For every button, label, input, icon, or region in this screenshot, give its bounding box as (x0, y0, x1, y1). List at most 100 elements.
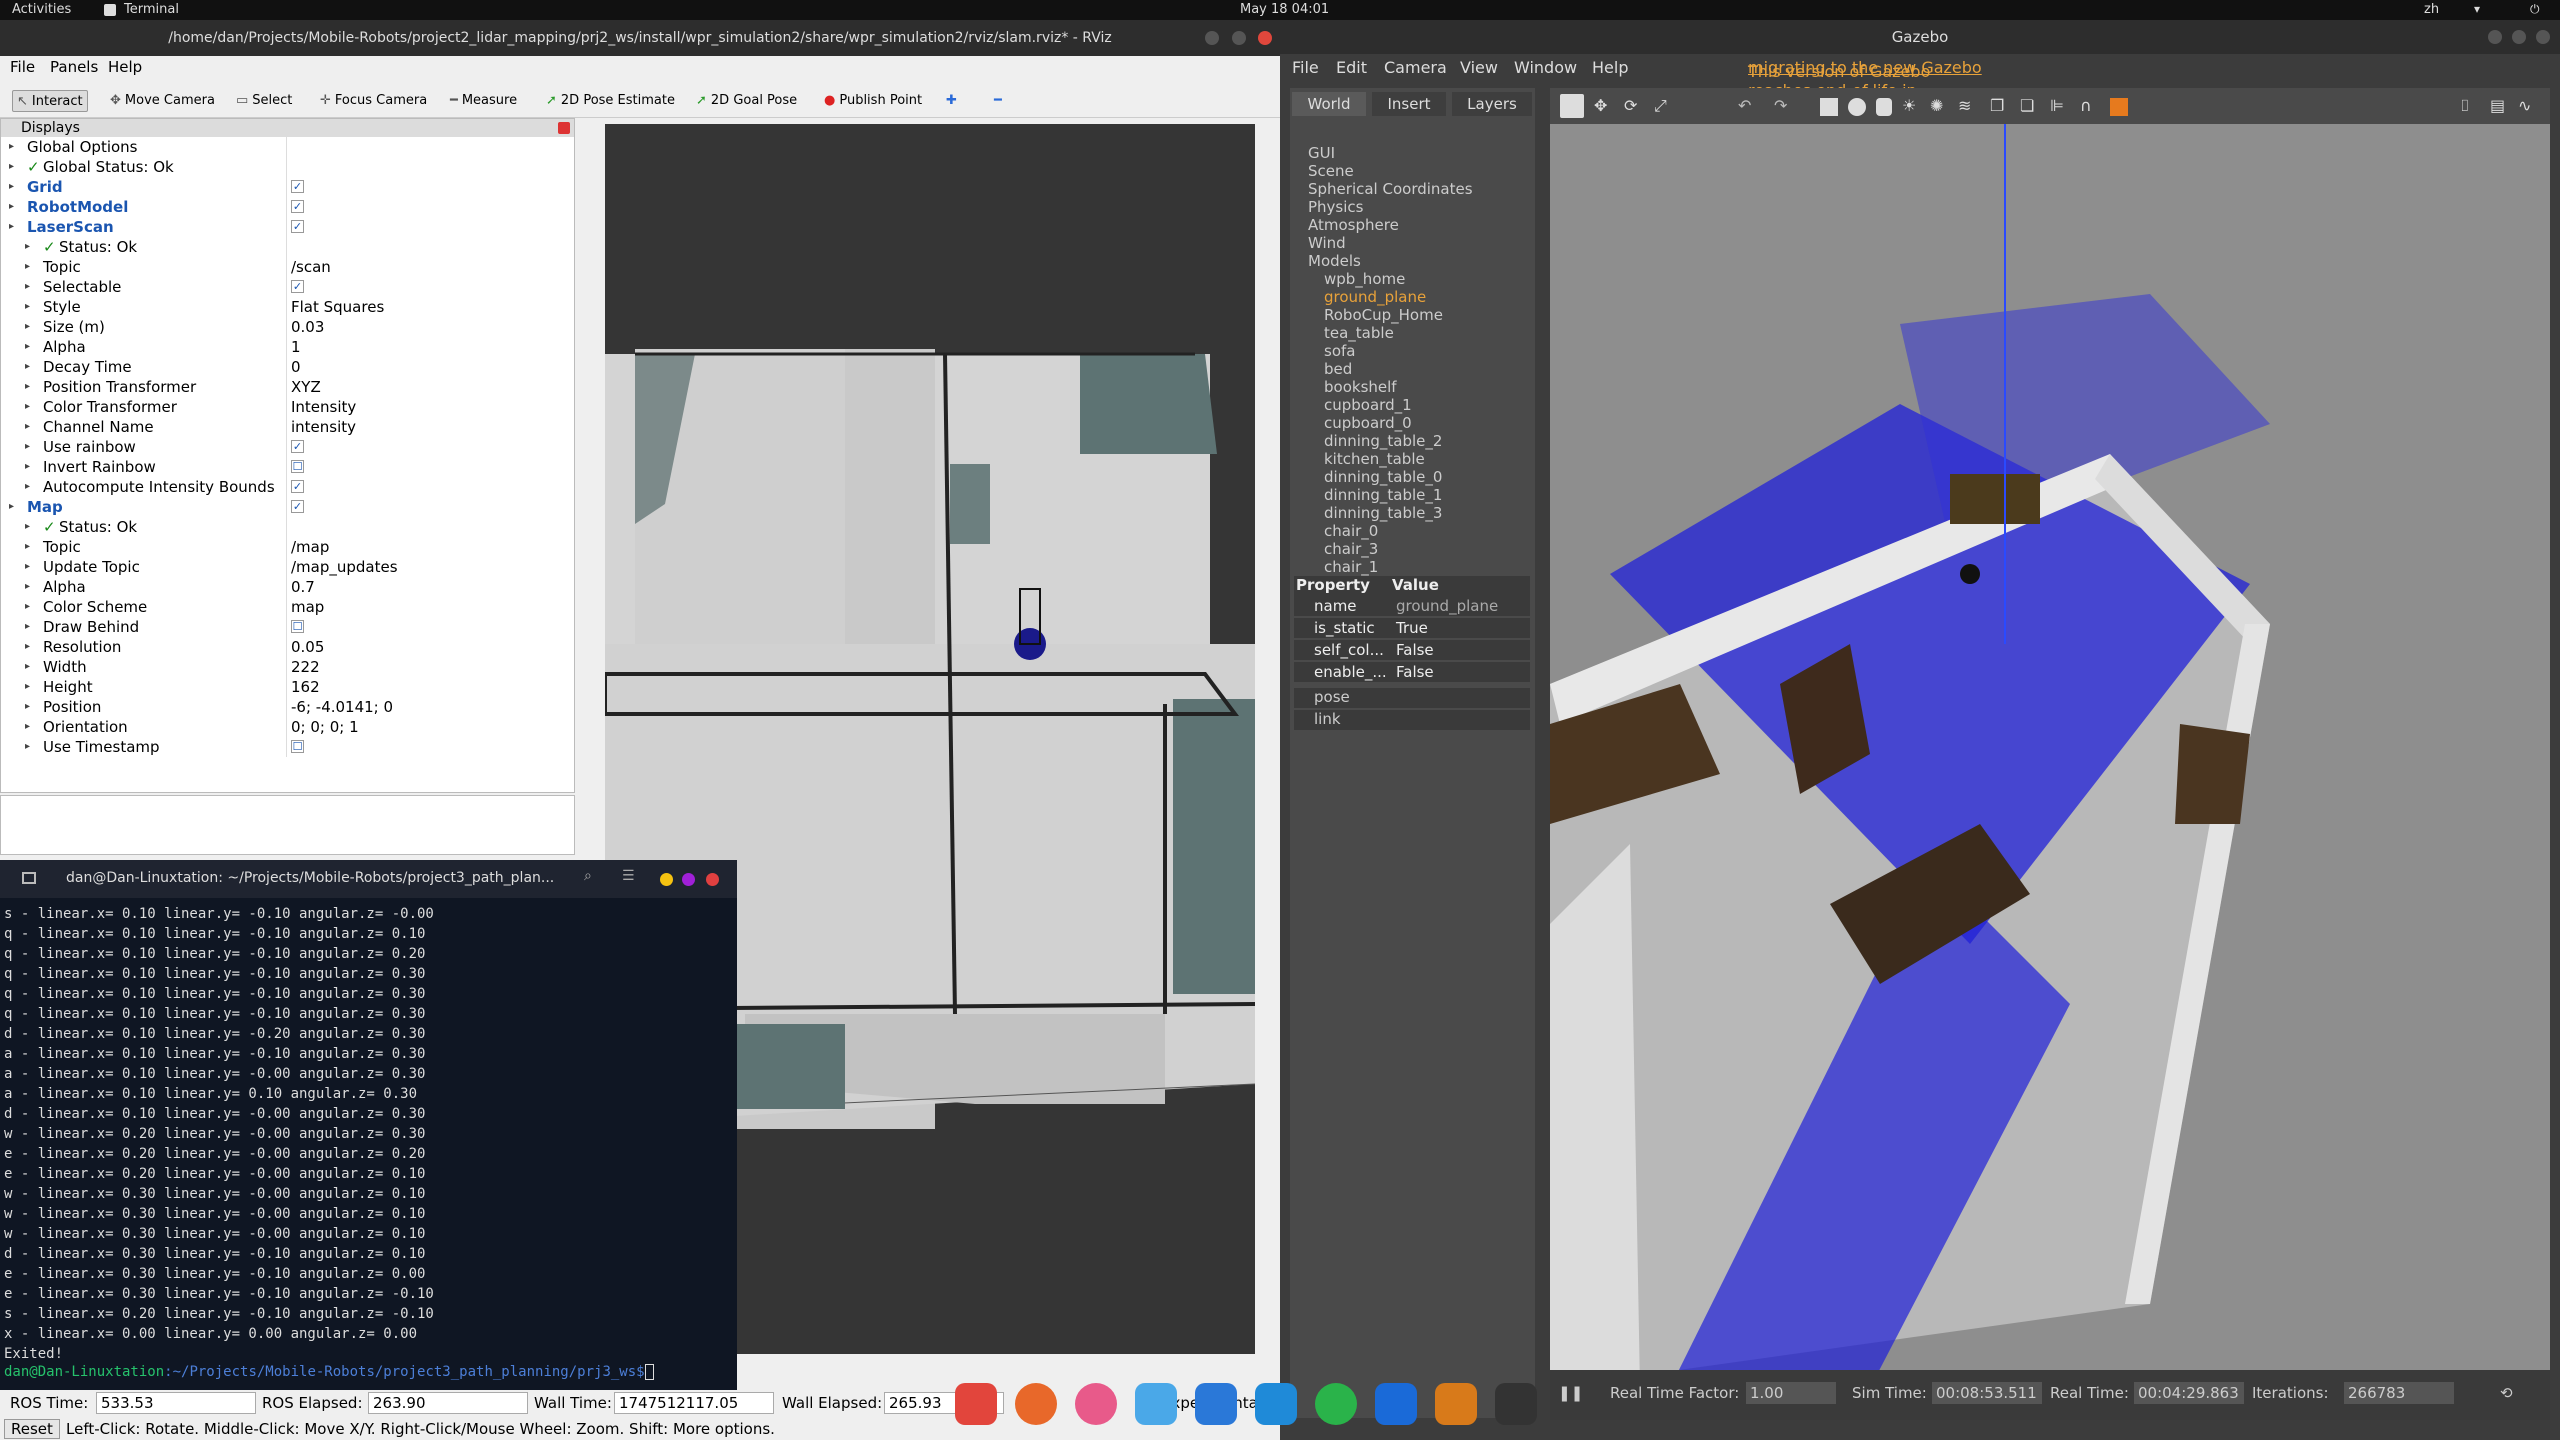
close-button[interactable] (2536, 30, 2550, 44)
world-item[interactable]: Spherical Coordinates (1308, 180, 1473, 198)
model-item[interactable]: chair_1 (1324, 558, 1378, 576)
expand-arrow-icon[interactable]: ▸ (25, 677, 30, 697)
reset-time-button[interactable]: ⟲ (2500, 1384, 2513, 1402)
property-row[interactable]: self_col... False (1294, 640, 1530, 660)
model-item[interactable]: chair_3 (1324, 540, 1378, 558)
tool-measure[interactable]: ━ Measure (446, 90, 521, 112)
display-row-value[interactable]: Flat Squares (291, 297, 384, 317)
power-icon[interactable]: ⏻ (2530, 2, 2540, 17)
display-row[interactable]: ▸ Use Timestamp ☐ (1, 737, 574, 757)
property-value[interactable]: False (1396, 663, 1434, 681)
expand-arrow-icon[interactable]: ▸ (9, 157, 14, 177)
expand-arrow-icon[interactable]: ▸ (25, 457, 30, 477)
display-row[interactable]: ▸ Global Options (1, 137, 574, 157)
expand-arrow-icon[interactable]: ▸ (9, 177, 14, 197)
model-item[interactable]: cupboard_1 (1324, 396, 1412, 414)
maximize-button[interactable] (2512, 30, 2526, 44)
display-row-value[interactable]: /map (291, 537, 329, 557)
property-value[interactable]: ground_plane (1396, 597, 1498, 615)
model-item[interactable]: tea_table (1324, 324, 1394, 342)
display-row-value[interactable]: ☐ (291, 620, 304, 633)
expand-arrow-icon[interactable]: ▸ (25, 337, 30, 357)
expand-arrow-icon[interactable]: ▸ (25, 637, 30, 657)
minimize-button[interactable] (1205, 31, 1219, 45)
display-row-value[interactable]: ✓ (291, 500, 304, 513)
display-row[interactable]: ▸ Resolution 0.05 (1, 637, 574, 657)
wall-time-field[interactable]: 1747512117.05 (614, 1392, 774, 1414)
display-row[interactable]: ▸ Topic/scan (1, 257, 574, 277)
model-item[interactable]: dinning_table_1 (1324, 486, 1442, 504)
display-row[interactable]: ▸ Size (m) 0.03 (1, 317, 574, 337)
pause-icon[interactable]: ❚❚ (1558, 1384, 1583, 1402)
expand-arrow-icon[interactable]: ▸ (25, 397, 30, 417)
display-row[interactable]: ▸ Style Flat Squares (1, 297, 574, 317)
ros-elapsed-field[interactable]: 263.90 (368, 1392, 528, 1414)
terminal-window[interactable]: dan@Dan-Linuxtation: ~/Projects/Mobile-R… (0, 860, 737, 1390)
display-row-value[interactable]: /map_updates (291, 557, 398, 577)
display-row[interactable]: ▸ Update Topic/map_updates (1, 557, 574, 577)
model-item[interactable]: dinning_table_2 (1324, 432, 1442, 450)
remove-tool-button[interactable]: ━ (990, 90, 1006, 112)
tool-select[interactable]: ▭ Select (232, 90, 296, 112)
expand-arrow-icon[interactable]: ▸ (25, 597, 30, 617)
model-item[interactable]: dinning_table_3 (1324, 504, 1442, 522)
display-row[interactable]: ▸ RobotModel ✓ (1, 197, 574, 217)
change-view-icon[interactable] (2110, 98, 2128, 116)
spot-light-icon[interactable]: ≋ (1958, 96, 1971, 115)
models-group[interactable]: Models (1308, 252, 1361, 270)
display-row[interactable]: ▸ ✓ Global Status: Ok (1, 157, 574, 177)
property-row[interactable]: name ground_plane (1294, 596, 1530, 616)
display-row-value[interactable]: ✓ (291, 200, 304, 213)
tool-move-camera[interactable]: ✥ Move Camera (106, 90, 219, 112)
rotate-icon[interactable]: ⟳ (1624, 96, 1637, 115)
display-row[interactable]: ▸ Grid ✓ (1, 177, 574, 197)
plot-icon[interactable]: ∿ (2518, 96, 2531, 115)
expand-arrow-icon[interactable]: ▸ (25, 417, 30, 437)
expand-arrow-icon[interactable]: ▸ (25, 477, 30, 497)
select-mode-icon[interactable] (1560, 94, 1584, 118)
display-row-value[interactable]: 1 (291, 337, 301, 357)
expand-arrow-icon[interactable]: ▸ (25, 577, 30, 597)
input-language[interactable]: zh (2424, 2, 2439, 17)
expand-arrow-icon[interactable]: ▸ (9, 197, 14, 217)
tool-2d-goal-pose[interactable]: ➚ 2D Goal Pose (692, 90, 801, 112)
menu-help[interactable]: Help (1592, 58, 1628, 77)
expand-arrow-icon[interactable]: ▸ (25, 317, 30, 337)
model-item[interactable]: dinning_table_0 (1324, 468, 1442, 486)
display-row-value[interactable]: -6; -4.0141; 0 (291, 697, 393, 717)
expand-arrow-icon[interactable]: ▸ (25, 257, 30, 277)
close-button[interactable] (706, 873, 719, 886)
display-row[interactable]: ▸ Decay Time 0 (1, 357, 574, 377)
reset-button[interactable]: Reset (4, 1419, 60, 1439)
display-row[interactable]: ▸ ✓ Status: Ok (1, 237, 574, 257)
expand-arrow-icon[interactable]: ▸ (25, 277, 30, 297)
property-value[interactable]: False (1396, 641, 1434, 659)
wifi-icon[interactable]: ▾ (2474, 2, 2480, 16)
tool-publish-point[interactable]: ● Publish Point (820, 90, 926, 112)
close-button[interactable] (1258, 31, 1272, 45)
property-group[interactable]: pose (1294, 688, 1530, 708)
search-icon[interactable]: ⌕ (584, 868, 592, 884)
display-row[interactable]: ▸ Draw Behind ☐ (1, 617, 574, 637)
display-row[interactable]: ▸ ✓ Status: Ok (1, 517, 574, 537)
expand-arrow-icon[interactable]: ▸ (25, 297, 30, 317)
snap-icon[interactable]: ∩ (2080, 96, 2092, 115)
model-item[interactable]: chair_0 (1324, 522, 1378, 540)
menu-icon[interactable]: ☰ (622, 868, 635, 884)
display-row[interactable]: ▸ Height 162 (1, 677, 574, 697)
model-item[interactable]: sofa (1324, 342, 1355, 360)
wechat-icon[interactable] (1315, 1383, 1357, 1425)
display-row[interactable]: ▸ Orientation 0; 0; 0; 1 (1, 717, 574, 737)
display-row-value[interactable]: ✓ (291, 480, 304, 493)
maximize-button[interactable] (682, 873, 695, 886)
active-app-label[interactable]: Terminal (124, 2, 179, 17)
scale-icon[interactable]: ⤢ (1654, 96, 1667, 116)
display-row-value[interactable]: 0.05 (291, 637, 324, 657)
tool-focus-camera[interactable]: ✛ Focus Camera (316, 90, 431, 112)
display-row[interactable]: ▸ Map ✓ (1, 497, 574, 517)
cylinder-shape-icon[interactable] (1876, 98, 1892, 116)
display-row[interactable]: ▸ Alpha 1 (1, 337, 574, 357)
display-row-value[interactable]: 0 (291, 357, 301, 377)
display-row-value[interactable]: 162 (291, 677, 320, 697)
display-row[interactable]: ▸ Channel Name intensity (1, 417, 574, 437)
